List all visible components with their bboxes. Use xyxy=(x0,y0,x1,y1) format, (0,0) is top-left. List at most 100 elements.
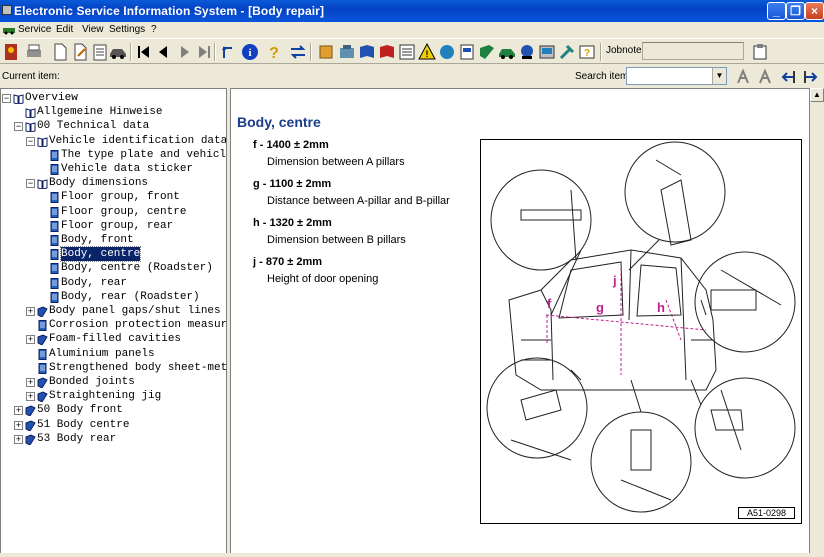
jobnote-button-icon[interactable] xyxy=(750,42,770,62)
minimize-button[interactable]: _ xyxy=(767,2,786,20)
content-scrollbar[interactable]: ▲ xyxy=(810,88,824,557)
dimension-heading: j - 870 ± 2mm xyxy=(253,256,323,268)
tree-item[interactable]: 53 Body rear xyxy=(37,432,116,446)
tree-item[interactable]: Allgemeine Hinweise xyxy=(37,105,162,119)
previous-icon[interactable] xyxy=(154,42,174,62)
page-icon xyxy=(50,149,59,161)
tree-expander-icon[interactable]: + xyxy=(26,335,35,345)
tree-item[interactable]: Vehicle identification data xyxy=(49,134,226,148)
tree-item[interactable]: Floor group, front xyxy=(61,190,180,204)
tree-item[interactable]: Corrosion protection measur xyxy=(49,318,226,332)
svg-text:!: ! xyxy=(426,49,429,59)
tree-item[interactable]: Body panel gaps/shut lines xyxy=(49,304,221,318)
page-icon xyxy=(38,320,47,332)
tree-item[interactable]: The type plate and vehicle xyxy=(61,148,226,162)
menu-settings[interactable]: Settings xyxy=(109,24,145,35)
globe-icon[interactable] xyxy=(437,42,457,62)
chevron-down-icon[interactable]: ▼ xyxy=(712,68,726,84)
tools-icon[interactable] xyxy=(557,42,577,62)
info-icon[interactable]: i xyxy=(240,42,260,62)
print-icon[interactable] xyxy=(24,42,44,62)
help-icon[interactable]: ? xyxy=(264,42,284,62)
green-book-icon[interactable] xyxy=(477,42,497,62)
warning-icon[interactable]: ! xyxy=(417,42,437,62)
tree-item[interactable]: Floor group, centre xyxy=(61,205,186,219)
tree-expander-icon[interactable]: + xyxy=(26,307,35,316)
figure-code: A51-0298 xyxy=(737,507,795,519)
menu-service[interactable]: Service xyxy=(18,24,51,35)
tree-item[interactable]: Body, rear xyxy=(61,276,127,290)
tree-item[interactable]: Overview xyxy=(25,91,78,105)
page-icon xyxy=(50,164,59,175)
tree-item[interactable]: Bonded joints xyxy=(49,375,135,389)
car-menu-icon[interactable] xyxy=(2,25,16,35)
svg-text:i: i xyxy=(248,47,251,59)
title-bar: Electronic Service Information System - … xyxy=(0,0,824,22)
tree-expander-icon[interactable]: + xyxy=(14,434,23,444)
tree-item[interactable]: Body dimensions xyxy=(49,176,148,190)
tree-expander-icon[interactable]: + xyxy=(14,420,23,430)
tree-expander-icon[interactable]: + xyxy=(26,378,35,387)
diagnosis-icon[interactable] xyxy=(537,42,557,62)
module-icon[interactable] xyxy=(316,42,336,62)
tree-item[interactable]: Foam-filled cavities xyxy=(49,332,181,346)
car-icon[interactable] xyxy=(108,42,128,62)
tree-item-selected[interactable]: Body, centre xyxy=(59,246,142,263)
jobnote-label: Jobnote: xyxy=(606,45,645,56)
close-button[interactable]: × xyxy=(805,2,824,20)
svg-text:?: ? xyxy=(584,48,590,59)
scroll-up-icon[interactable]: ▲ xyxy=(810,88,824,102)
swap-icon[interactable] xyxy=(288,42,308,62)
tree-item[interactable]: Body, rear (Roadster) xyxy=(61,290,200,304)
tree-item[interactable]: Strengthened body sheet-met xyxy=(49,361,226,375)
figure-label-g: g xyxy=(596,300,604,315)
alert-icon[interactable] xyxy=(517,42,537,62)
maximize-button[interactable]: ❐ xyxy=(786,2,805,20)
tree-expander-icon[interactable]: + xyxy=(14,406,23,416)
app-icon[interactable] xyxy=(2,5,12,15)
book-red-icon[interactable] xyxy=(377,42,397,62)
tree-expander-icon[interactable]: − xyxy=(2,94,11,103)
closed-book-icon xyxy=(37,391,48,403)
book-icon[interactable] xyxy=(357,42,377,62)
menu-edit[interactable]: Edit xyxy=(56,24,73,35)
notepad-icon[interactable] xyxy=(90,42,110,62)
tree-item[interactable]: 00 Technical data xyxy=(37,119,149,133)
tree-expander-icon[interactable]: − xyxy=(26,136,35,146)
vehicle-icon[interactable] xyxy=(497,42,517,62)
tree-expander-icon[interactable]: − xyxy=(26,179,35,189)
tree-item[interactable]: Straightening jig xyxy=(49,389,161,403)
tree-item[interactable]: Floor group, rear xyxy=(61,219,173,233)
tree-item[interactable]: Body, centre (Roadster) xyxy=(61,261,213,275)
edit-icon[interactable] xyxy=(70,42,90,62)
tree-expander-icon[interactable]: − xyxy=(14,122,23,132)
search-forward-icon[interactable] xyxy=(733,67,753,87)
next-icon[interactable] xyxy=(174,42,194,62)
tree-item[interactable]: 51 Body centre xyxy=(37,418,129,432)
document-icon[interactable] xyxy=(457,42,477,62)
tree-item[interactable]: 50 Body front xyxy=(37,403,123,417)
exit-icon[interactable] xyxy=(2,42,22,62)
figure-label-f: f xyxy=(547,296,552,311)
page-icon xyxy=(50,192,59,204)
page-title: Body, centre xyxy=(237,114,321,130)
tree-item[interactable]: Aluminium panels xyxy=(49,347,155,361)
expand-icon[interactable] xyxy=(800,67,820,87)
tree-item[interactable]: Vehicle data sticker xyxy=(61,162,193,176)
engine-icon[interactable] xyxy=(337,42,357,62)
first-icon[interactable] xyxy=(134,42,154,62)
tree-expander-icon[interactable]: + xyxy=(26,392,35,402)
search-input[interactable]: ▼ xyxy=(626,67,727,85)
jobnote-field[interactable] xyxy=(642,42,744,60)
tree-item[interactable]: Body, front xyxy=(61,233,134,247)
new-page-icon[interactable] xyxy=(50,42,70,62)
menu-view[interactable]: View xyxy=(82,24,104,35)
collapse-icon[interactable] xyxy=(779,67,799,87)
up-level-icon[interactable] xyxy=(218,42,238,62)
dimension-description: Dimension between B pillars xyxy=(267,234,406,246)
menu-help[interactable]: ? xyxy=(151,24,157,35)
search-back-icon[interactable] xyxy=(755,67,775,87)
hint-icon[interactable]: ? xyxy=(577,42,597,62)
list-icon[interactable] xyxy=(397,42,417,62)
last-icon[interactable] xyxy=(194,42,214,62)
